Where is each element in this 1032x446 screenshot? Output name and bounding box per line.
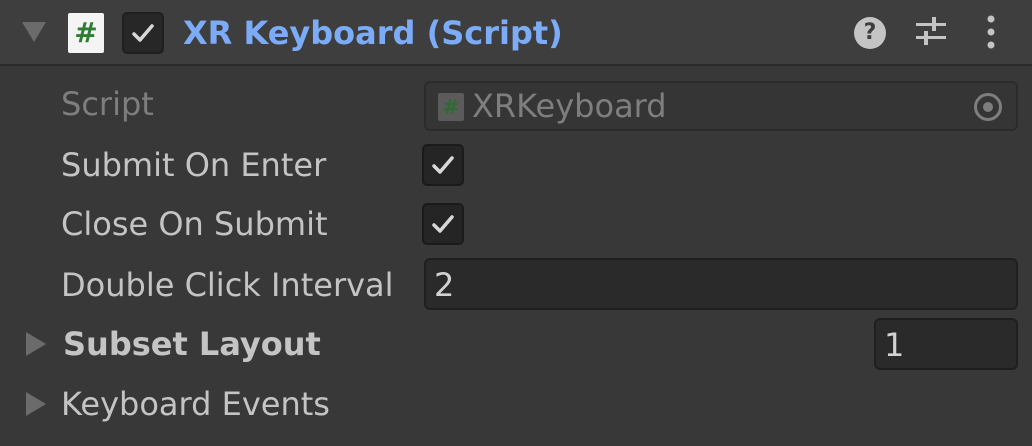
foldout-collapsed-icon[interactable] <box>26 332 46 356</box>
component-enabled-toggle[interactable] <box>122 12 164 54</box>
object-picker-icon[interactable] <box>974 93 1002 121</box>
script-row: Script # XRKeyboard <box>0 80 1032 132</box>
double-click-interval-row: Double Click Interval 2 <box>0 258 1032 312</box>
submit-on-enter-row: Submit On Enter <box>0 142 1032 190</box>
double-click-interval-label: Double Click Interval <box>61 266 394 304</box>
submit-on-enter-toggle[interactable] <box>422 144 464 186</box>
foldout-expanded-icon[interactable] <box>22 22 46 42</box>
checkmark-icon <box>132 24 154 42</box>
double-click-interval-field[interactable]: 2 <box>424 258 1018 310</box>
presets-icon[interactable] <box>914 14 948 50</box>
script-value: XRKeyboard <box>472 87 667 125</box>
subset-layout-row: Subset Layout 1 <box>0 318 1032 372</box>
script-icon-glyph: # <box>74 16 98 49</box>
foldout-collapsed-icon[interactable] <box>26 392 46 416</box>
checkmark-icon <box>432 215 454 233</box>
checkmark-icon <box>432 156 454 174</box>
keyboard-events-label[interactable]: Keyboard Events <box>61 384 330 424</box>
subset-layout-label[interactable]: Subset Layout <box>63 324 321 364</box>
help-icon[interactable]: ? <box>854 17 886 49</box>
subset-layout-size-value[interactable]: 1 <box>884 324 904 366</box>
component-header[interactable]: # XR Keyboard (Script) ? <box>0 0 1032 66</box>
double-click-interval-value[interactable]: 2 <box>434 264 454 306</box>
context-menu-icon[interactable] <box>982 14 1000 50</box>
close-on-submit-label: Close On Submit <box>61 205 328 243</box>
inspector-component-panel: # XR Keyboard (Script) ? Script # XRKeyb… <box>0 0 1032 446</box>
keyboard-events-row: Keyboard Events <box>0 380 1032 430</box>
close-on-submit-toggle[interactable] <box>422 203 464 245</box>
subset-layout-size-field[interactable]: 1 <box>874 318 1018 370</box>
script-icon: # <box>68 13 104 53</box>
component-title[interactable]: XR Keyboard (Script) <box>183 12 563 54</box>
submit-on-enter-label: Submit On Enter <box>61 146 327 184</box>
script-file-icon: # <box>438 93 464 121</box>
script-object-field: # XRKeyboard <box>424 81 1018 131</box>
script-label: Script <box>61 85 154 123</box>
close-on-submit-row: Close On Submit <box>0 202 1032 250</box>
